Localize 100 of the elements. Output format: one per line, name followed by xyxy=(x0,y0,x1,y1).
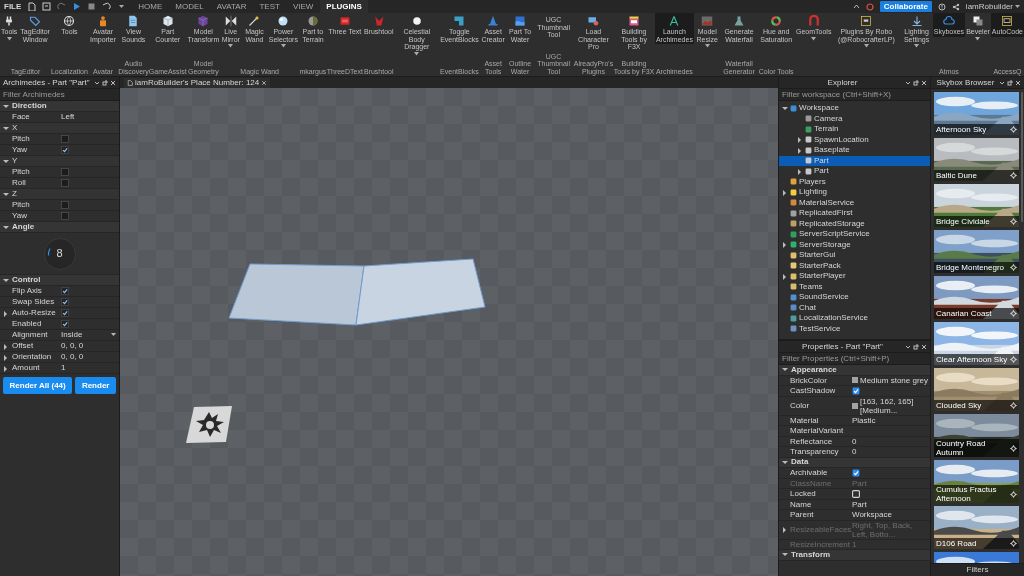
close-icon[interactable] xyxy=(261,80,268,86)
checkbox[interactable] xyxy=(61,309,69,317)
menu-tab[interactable]: PLUGINS xyxy=(320,0,368,13)
expand-arrow-icon[interactable] xyxy=(781,241,788,249)
checkbox[interactable] xyxy=(61,298,69,306)
expand-arrow-icon[interactable] xyxy=(796,146,803,154)
checkbox[interactable] xyxy=(61,168,69,176)
tree-item[interactable]: Lighting xyxy=(779,187,930,198)
part-drawing[interactable] xyxy=(355,258,486,326)
tree-item[interactable]: Players xyxy=(779,176,930,187)
caret-icon[interactable] xyxy=(905,343,911,350)
close-icon[interactable] xyxy=(921,343,927,350)
collapse-arrow-icon[interactable] xyxy=(781,458,788,466)
close-icon[interactable] xyxy=(921,79,927,86)
skybox-tile[interactable]: Country Road Autumn xyxy=(934,414,1019,457)
import-icon[interactable] xyxy=(42,2,52,11)
collapse-arrow-icon[interactable] xyxy=(2,276,9,284)
tree-item[interactable]: SpawnLocation xyxy=(779,134,930,145)
checkbox[interactable] xyxy=(61,179,69,187)
collapse-arrow-icon[interactable] xyxy=(781,551,788,559)
settings-icon[interactable] xyxy=(1010,490,1017,498)
collapse-arrow-icon[interactable] xyxy=(2,157,9,165)
expand-arrow-icon[interactable] xyxy=(796,167,803,175)
caret-icon[interactable] xyxy=(999,79,1005,86)
redo-icon[interactable] xyxy=(57,2,67,11)
undock-icon[interactable] xyxy=(913,343,919,350)
collaborate-button[interactable]: Collaborate xyxy=(879,1,932,12)
tree-item[interactable]: ReplicatedFirst xyxy=(779,208,930,219)
close-icon[interactable] xyxy=(110,79,116,86)
tree-item[interactable]: SoundService xyxy=(779,292,930,303)
skybox-tile[interactable]: Clouded Sky xyxy=(934,368,1019,411)
dropdown[interactable]: Inside xyxy=(61,329,119,341)
settings-icon[interactable] xyxy=(1010,540,1017,547)
scrollbar[interactable] xyxy=(1021,92,1023,222)
help-icon[interactable] xyxy=(937,2,946,11)
menu-tab[interactable]: HOME xyxy=(132,0,169,13)
collapse-arrow-icon[interactable] xyxy=(781,366,788,374)
expand-arrow-icon[interactable] xyxy=(781,188,788,196)
menu-tab[interactable]: AVATAR xyxy=(210,0,253,13)
tree-item[interactable]: MaterialService xyxy=(779,197,930,208)
refresh-icon[interactable] xyxy=(865,2,874,11)
tree-item[interactable]: Terrain xyxy=(779,124,930,135)
checkbox[interactable] xyxy=(61,287,69,295)
expand-arrow-icon[interactable] xyxy=(2,353,9,361)
tree-item[interactable]: Camera xyxy=(779,113,930,124)
undock-icon[interactable] xyxy=(102,79,108,86)
filter-field[interactable]: Filter Archimedes xyxy=(0,89,119,101)
caret-icon[interactable] xyxy=(852,3,860,10)
tree-item[interactable]: ServerScriptService xyxy=(779,229,930,240)
close-icon[interactable] xyxy=(1015,79,1021,86)
filter-field[interactable]: Filter workspace (Ctrl+Shift+X) xyxy=(779,89,930,101)
menu-tab[interactable]: VIEW xyxy=(286,0,320,13)
skybox-tile[interactable]: Bridge Montenegro xyxy=(934,230,1019,273)
settings-icon[interactable] xyxy=(1010,310,1017,317)
checkbox[interactable] xyxy=(852,468,860,477)
caret-icon[interactable] xyxy=(905,79,911,86)
skybox-tile[interactable]: Cumulus Fractus Afternoon xyxy=(934,460,1019,503)
tree-item[interactable]: Workspace xyxy=(779,103,930,114)
skybox-tile[interactable]: Canarian Coast xyxy=(934,276,1019,319)
settings-icon[interactable] xyxy=(1010,126,1017,133)
settings-icon[interactable] xyxy=(1010,402,1017,409)
checkbox[interactable] xyxy=(61,212,69,220)
tree-item[interactable]: ServerStorage xyxy=(779,239,930,250)
tree-item[interactable]: ReplicatedStorage xyxy=(779,218,930,229)
decal-drawing[interactable] xyxy=(186,406,232,443)
color-swatch[interactable] xyxy=(852,402,858,409)
expand-arrow-icon[interactable] xyxy=(781,272,788,280)
part-drawing[interactable] xyxy=(228,263,365,326)
collapse-arrow-icon[interactable] xyxy=(2,223,9,231)
menu-tab[interactable]: TEST xyxy=(253,0,286,13)
menu-tab[interactable]: MODEL xyxy=(169,0,210,13)
skybox-tile[interactable]: D106 Road xyxy=(934,506,1019,549)
collapse-arrow-icon[interactable] xyxy=(2,190,9,198)
checkbox[interactable] xyxy=(61,320,69,328)
caret-icon[interactable] xyxy=(1015,4,1020,9)
tree-item[interactable]: Part xyxy=(779,166,930,177)
tree-item[interactable]: StarterPack xyxy=(779,260,930,271)
undo-icon[interactable] xyxy=(102,2,112,11)
collapse-arrow-icon[interactable] xyxy=(2,102,9,110)
angle-dial[interactable]: 8 xyxy=(43,237,76,270)
caret-icon[interactable] xyxy=(94,79,100,86)
tree-item[interactable]: Teams xyxy=(779,281,930,292)
settings-icon[interactable] xyxy=(1010,444,1017,452)
settings-icon[interactable] xyxy=(1010,218,1017,225)
collapse-arrow-icon[interactable] xyxy=(2,124,9,132)
share-icon[interactable] xyxy=(951,2,960,11)
tree-item[interactable]: Baseplate xyxy=(779,145,930,156)
filter-field[interactable]: Filter Properties (Ctrl+Shift+P) xyxy=(779,353,930,365)
expand-arrow-icon[interactable] xyxy=(2,309,9,317)
checkbox[interactable] xyxy=(61,146,69,154)
undock-icon[interactable] xyxy=(913,79,919,86)
expand-arrow-icon[interactable] xyxy=(796,136,803,144)
expand-arrow-icon[interactable] xyxy=(2,342,9,350)
caret-icon[interactable] xyxy=(117,2,127,11)
checkbox[interactable] xyxy=(61,135,69,143)
document-tab[interactable]: iamRoBuilder's Place Number: 124 xyxy=(124,78,271,88)
file-menu[interactable]: FILE xyxy=(4,0,22,13)
tree-item[interactable]: Chat xyxy=(779,302,930,313)
user-menu[interactable]: iamRobuilder xyxy=(965,0,1020,13)
tree-item[interactable]: StarterPlayer xyxy=(779,271,930,282)
